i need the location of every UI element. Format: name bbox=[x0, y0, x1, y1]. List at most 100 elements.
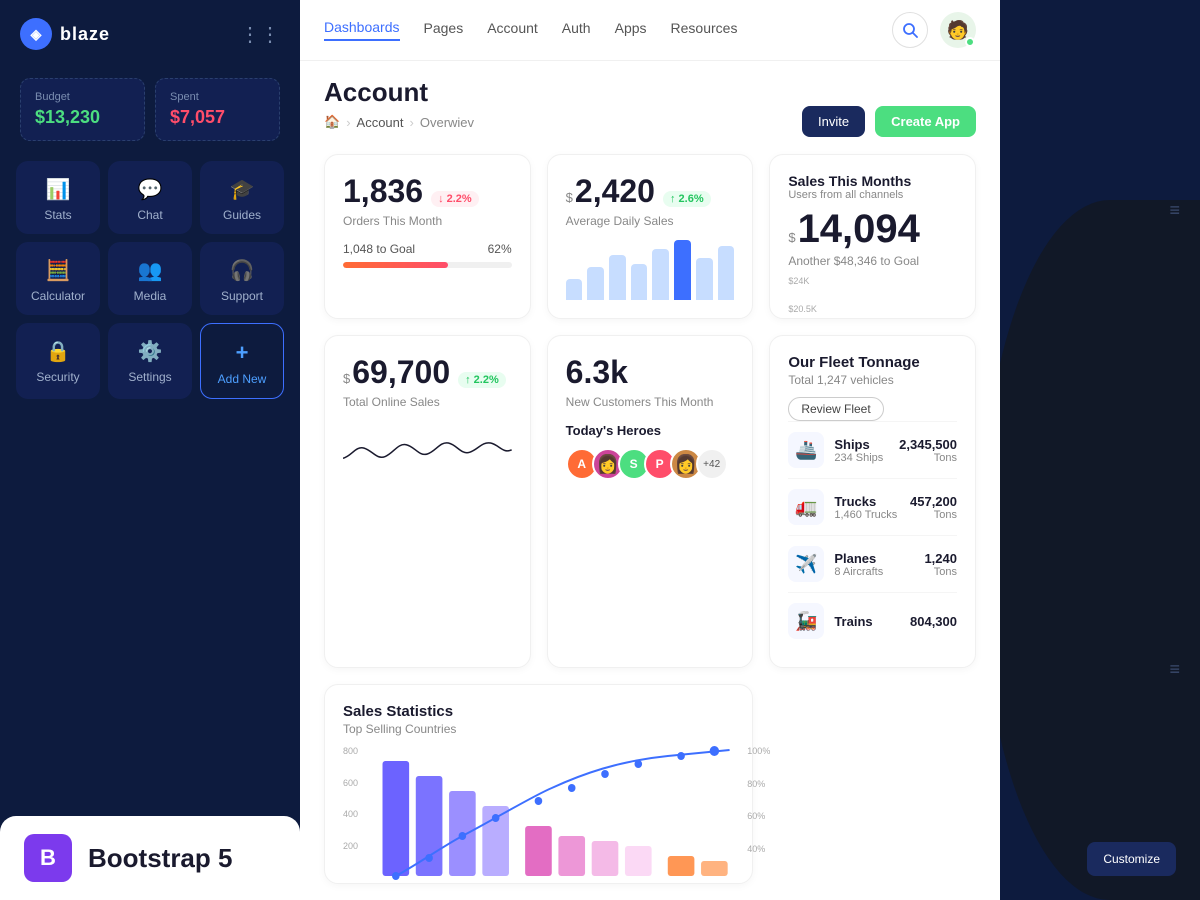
sales-sub: Another $48,346 to Goal bbox=[788, 254, 957, 268]
nav-link-apps[interactable]: Apps bbox=[615, 20, 647, 40]
nav-link-resources[interactable]: Resources bbox=[671, 20, 738, 40]
sidebar-item-stats[interactable]: 📊 Stats bbox=[16, 161, 100, 234]
top-nav-right: 🧑 bbox=[892, 12, 976, 48]
calculator-icon: 🧮 bbox=[46, 258, 71, 283]
fleet-item-name: Ships bbox=[834, 437, 889, 452]
nav-link-pages[interactable]: Pages bbox=[424, 20, 464, 40]
fleet-item-planes: ✈️ Planes 8 Aircrafts 1,240 Tons bbox=[788, 535, 957, 592]
guides-icon: 🎓 bbox=[230, 177, 255, 202]
sales-currency: $ bbox=[788, 230, 795, 245]
sidebar-item-media[interactable]: 👥 Media bbox=[108, 242, 192, 315]
nav-link-account[interactable]: Account bbox=[487, 20, 538, 40]
progress-fill bbox=[343, 262, 448, 268]
fleet-item-unit: Tons bbox=[924, 566, 957, 578]
bootstrap-text: Bootstrap 5 bbox=[88, 843, 232, 874]
invite-button[interactable]: Invite bbox=[802, 106, 865, 137]
bar bbox=[631, 264, 648, 300]
daily-sales-label: Average Daily Sales bbox=[566, 214, 735, 228]
orders-card: 1,836 ↓ 2.2% Orders This Month 1,048 to … bbox=[324, 154, 531, 319]
breadcrumb-sep: › bbox=[346, 115, 350, 130]
ships-icon: 🚢 bbox=[788, 432, 824, 468]
heroes-title: Today's Heroes bbox=[566, 423, 735, 438]
progress-label: 1,048 to Goal bbox=[343, 242, 415, 256]
sidebar-item-settings[interactable]: ⚙️ Settings bbox=[108, 323, 192, 399]
breadcrumb-account: Account bbox=[357, 115, 404, 130]
nav-link-dashboards[interactable]: Dashboards bbox=[324, 19, 400, 41]
dark-blob bbox=[1000, 200, 1200, 900]
logo-text: blaze bbox=[60, 24, 110, 45]
hero-count: +42 bbox=[696, 448, 728, 480]
sidebar-item-calculator[interactable]: 🧮 Calculator bbox=[16, 242, 100, 315]
sidebar-item-chat[interactable]: 💬 Chat bbox=[108, 161, 192, 234]
right-panel-icon-top[interactable]: ≡ bbox=[1169, 200, 1180, 221]
daily-sales-value: 2,420 bbox=[575, 173, 655, 210]
budget-value: $13,230 bbox=[35, 107, 130, 128]
orders-badge: ↓ 2.2% bbox=[431, 191, 479, 207]
stats-chart: 8006004002000 bbox=[343, 746, 734, 886]
avatar-button[interactable]: 🧑 bbox=[940, 12, 976, 48]
sales-line-svg bbox=[826, 276, 957, 319]
sales-amount: 14,094 bbox=[798, 207, 920, 252]
sales-month-card: Sales This Months Users from all channel… bbox=[769, 154, 976, 319]
breadcrumb-current: Overwiev bbox=[420, 115, 474, 130]
top-nav-links: Dashboards Pages Account Auth Apps Resou… bbox=[324, 19, 737, 41]
bootstrap-badge: B Bootstrap 5 bbox=[0, 816, 300, 900]
sales-month-subtitle: Users from all channels bbox=[788, 189, 957, 201]
new-customers-label: New Customers This Month bbox=[566, 395, 735, 409]
search-button[interactable] bbox=[892, 12, 928, 48]
fleet-title: Our Fleet Tonnage bbox=[788, 354, 957, 371]
bar bbox=[652, 249, 669, 300]
review-fleet-button[interactable]: Review Fleet bbox=[788, 397, 883, 421]
bar-chart bbox=[566, 240, 735, 300]
budget-label: Budget bbox=[35, 91, 130, 103]
online-sales-currency: $ bbox=[343, 371, 350, 386]
sidebar-item-label: Calculator bbox=[31, 289, 85, 303]
fleet-item-amount: 457,200 bbox=[910, 494, 957, 509]
create-app-button[interactable]: Create App bbox=[875, 106, 976, 137]
budget-cards: Budget $13,230 Spent $7,057 bbox=[0, 68, 300, 161]
online-sales-label: Total Online Sales bbox=[343, 395, 512, 409]
logo-area: ◈ blaze bbox=[20, 18, 110, 50]
settings-icon: ⚙️ bbox=[138, 339, 163, 364]
daily-sales-currency: $ bbox=[566, 190, 573, 205]
sidebar-header: ◈ blaze ⋮⋮ bbox=[0, 0, 300, 68]
sales-stats-card: Sales Statistics Top Selling Countries 8… bbox=[324, 684, 753, 884]
sales-chart: $24K$20.5K$17K$13.5K$10K Apr 04Apr 07Apr… bbox=[788, 276, 957, 319]
logo-icon: ◈ bbox=[20, 18, 52, 50]
sidebar-item-security[interactable]: 🔒 Security bbox=[16, 323, 100, 399]
online-sales-card: $ 69,700 ↑ 2.2% Total Online Sales bbox=[324, 335, 531, 668]
fleet-item-count: 1,460 Trucks bbox=[834, 509, 900, 521]
page-actions: Invite Create App bbox=[802, 106, 976, 137]
planes-icon: ✈️ bbox=[788, 546, 824, 582]
heroes-row: A 👩 S P 👩 +42 bbox=[566, 448, 735, 480]
sidebar: ◈ blaze ⋮⋮ Budget $13,230 Spent $7,057 📊… bbox=[0, 0, 300, 900]
breadcrumb-home-icon: 🏠 bbox=[324, 114, 340, 130]
right-panel-icon-bottom[interactable]: ≡ bbox=[1169, 659, 1180, 680]
nav-link-auth[interactable]: Auth bbox=[562, 20, 591, 40]
bar bbox=[566, 279, 583, 300]
customize-button[interactable]: Customize bbox=[1087, 842, 1176, 876]
fleet-item-count: 8 Aircrafts bbox=[834, 566, 914, 578]
stats-icon: 📊 bbox=[46, 177, 71, 202]
spent-card: Spent $7,057 bbox=[155, 78, 280, 141]
sidebar-item-guides[interactable]: 🎓 Guides bbox=[200, 161, 284, 234]
fleet-item-trains: 🚂 Trains 804,300 bbox=[788, 592, 957, 649]
menu-icon[interactable]: ⋮⋮ bbox=[240, 22, 280, 47]
new-customers-value: 6.3k bbox=[566, 354, 628, 391]
sidebar-item-label: Chat bbox=[137, 208, 162, 222]
page-title: Account bbox=[324, 77, 976, 108]
fleet-item-unit: Tons bbox=[899, 452, 957, 464]
online-sales-badge: ↑ 2.2% bbox=[458, 372, 506, 388]
stats-y-axis: 8006004002000 bbox=[343, 746, 373, 886]
sidebar-item-label: Stats bbox=[44, 208, 71, 222]
sidebar-item-add-new[interactable]: + Add New bbox=[200, 323, 284, 399]
avatar-status bbox=[965, 37, 975, 47]
fleet-item-ships: 🚢 Ships 234 Ships 2,345,500 Tons bbox=[788, 421, 957, 478]
breadcrumb-sep2: › bbox=[410, 115, 414, 130]
daily-sales-badge: ↑ 2.6% bbox=[663, 191, 711, 207]
y-axis: $24K$20.5K$17K$13.5K$10K bbox=[788, 276, 817, 319]
sidebar-item-support[interactable]: 🎧 Support bbox=[200, 242, 284, 315]
fleet-item-trucks: 🚛 Trucks 1,460 Trucks 457,200 Tons bbox=[788, 478, 957, 535]
sidebar-item-label: Support bbox=[221, 289, 263, 303]
bar bbox=[718, 246, 735, 300]
